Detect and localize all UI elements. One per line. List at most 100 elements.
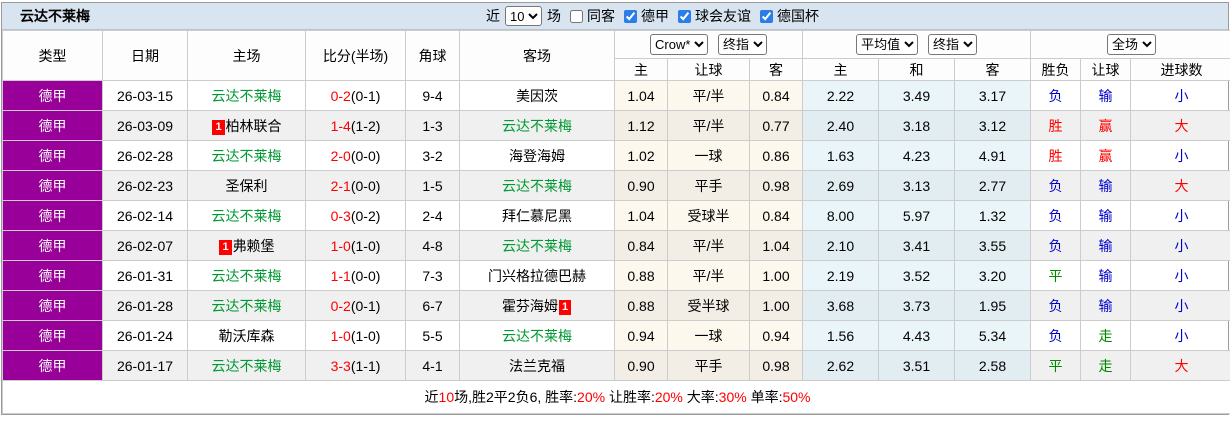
col-header-date: 日期 [103,31,188,81]
fulltime-score: 3-3 [331,358,351,374]
result-goals: 小 [1131,81,1230,111]
avg-draw-odds: 3.49 [879,81,955,111]
result-handicap: 输 [1081,261,1131,291]
score-cell: 0-3(0-2) [306,201,406,231]
crow-away-odds: 1.00 [750,261,803,291]
corner-cell: 7-3 [406,261,460,291]
crow-home-odds: 1.04 [615,81,668,111]
away-team-cell: 法兰克福 [460,351,615,381]
crow-away-odds: 1.04 [750,231,803,261]
crow-home-odds: 0.88 [615,261,668,291]
team-history-panel: 云达不莱梅 近 10 场 同客 德甲 球会友谊 德国杯 类型 [1,2,1229,415]
team-name: 海登海姆 [509,148,565,164]
date-cell: 26-02-07 [103,231,188,261]
result-goals: 小 [1131,141,1230,171]
table-row: 德甲 26-03-09 1柏林联合 1-4(1-2) 1-3 云达不莱梅 1.1… [3,111,1230,141]
away-team-cell: 云达不莱梅 [460,231,615,261]
avg-draw-odds: 5.97 [879,201,955,231]
summary-row: 近10场,胜2平2负6, 胜率:20% 让胜率:20% 大率:30% 单率:50… [3,381,1230,414]
rank-badge: 1 [219,240,231,255]
halftime-score: (1-1) [351,358,381,374]
bookmaker-select[interactable]: Crow* [650,34,708,55]
avg-away-odds: 3.17 [955,81,1031,111]
date-cell: 26-01-31 [103,261,188,291]
crow-handicap: 受球半 [668,201,750,231]
checkbox-bundesliga[interactable] [624,10,637,23]
halftime-score: (0-1) [351,298,381,314]
crow-home-odds: 1.02 [615,141,668,171]
summary-part: 让胜率: [605,389,655,405]
avg-away-odds: 3.12 [955,111,1031,141]
result-wl: 负 [1031,291,1081,321]
avg-draw-odds: 4.23 [879,141,955,171]
avg-home-odds: 3.68 [803,291,879,321]
crow-away-odds: 1.00 [750,291,803,321]
checkbox-bundesliga-label: 德甲 [641,6,669,26]
crow-handicap: 受半球 [668,291,750,321]
result-handicap: 输 [1081,81,1131,111]
crow-handicap: 平/半 [668,231,750,261]
corner-cell: 6-7 [406,291,460,321]
result-wl: 平 [1031,261,1081,291]
away-team-cell: 云达不莱梅 [460,111,615,141]
result-handicap: 走 [1081,321,1131,351]
scope-select[interactable]: 全场 [1107,34,1156,55]
matches-label: 场 [547,6,561,26]
match-count-select[interactable]: 10 [505,6,542,26]
result-handicap: 输 [1081,201,1131,231]
checkbox-club-friendly-label: 球会友谊 [695,6,751,26]
league-cell: 德甲 [3,141,103,171]
avg-draw-odds: 3.18 [879,111,955,141]
corner-cell: 1-5 [406,171,460,201]
score-cell: 2-1(0-0) [306,171,406,201]
avg-home-odds: 2.69 [803,171,879,201]
halftime-score: (0-1) [351,88,381,104]
away-team-cell: 云达不莱梅 [460,321,615,351]
result-goals: 小 [1131,201,1230,231]
team-name: 云达不莱梅 [212,88,282,104]
fulltime-score: 1-0 [331,328,351,344]
halftime-score: (1-0) [351,328,381,344]
subheader-avg-draw: 和 [879,59,955,81]
team-name: 勒沃库森 [219,328,275,344]
col-header-away: 客场 [460,31,615,81]
result-wl: 负 [1031,201,1081,231]
league-cell: 德甲 [3,351,103,381]
checkbox-same-away[interactable] [570,10,583,23]
league-cell: 德甲 [3,291,103,321]
league-cell: 德甲 [3,231,103,261]
fulltime-score: 0-2 [331,298,351,314]
subheader-result-handicap: 让球 [1081,59,1131,81]
result-goals: 大 [1131,111,1230,141]
away-team-cell: 门兴格拉德巴赫 [460,261,615,291]
crow-away-odds: 0.77 [750,111,803,141]
result-goals: 大 [1131,351,1230,381]
fulltime-score: 1-1 [331,268,351,284]
crow-odds-stage-select[interactable]: 终指 [718,34,767,55]
avg-odds-stage-select[interactable]: 终指 [928,34,977,55]
result-wl: 负 [1031,171,1081,201]
away-team-cell: 霍芬海姆1 [460,291,615,321]
avg-away-odds: 5.34 [955,321,1031,351]
summary-value: 20% [655,389,683,405]
summary-value: 50% [782,389,810,405]
checkbox-club-friendly[interactable] [678,10,691,23]
avg-home-odds: 2.19 [803,261,879,291]
col-header-corner: 角球 [406,31,460,81]
date-cell: 26-02-28 [103,141,188,171]
team-name: 云达不莱梅 [212,148,282,164]
filter-controls: 近 10 场 同客 德甲 球会友谊 德国杯 [486,3,819,29]
avg-away-odds: 2.58 [955,351,1031,381]
home-team-cell: 云达不莱梅 [188,81,306,111]
col-header-score: 比分(半场) [306,31,406,81]
home-team-cell: 云达不莱梅 [188,141,306,171]
checkbox-german-cup[interactable] [760,10,773,23]
home-team-cell: 云达不莱梅 [188,261,306,291]
checkbox-same-away-label: 同客 [587,6,615,26]
away-team-cell: 海登海姆 [460,141,615,171]
avg-home-odds: 1.56 [803,321,879,351]
avg-odds-select[interactable]: 平均值 [856,34,918,55]
result-handicap: 赢 [1081,141,1131,171]
avg-away-odds: 1.32 [955,201,1031,231]
team-name: 云达不莱梅 [502,238,572,254]
